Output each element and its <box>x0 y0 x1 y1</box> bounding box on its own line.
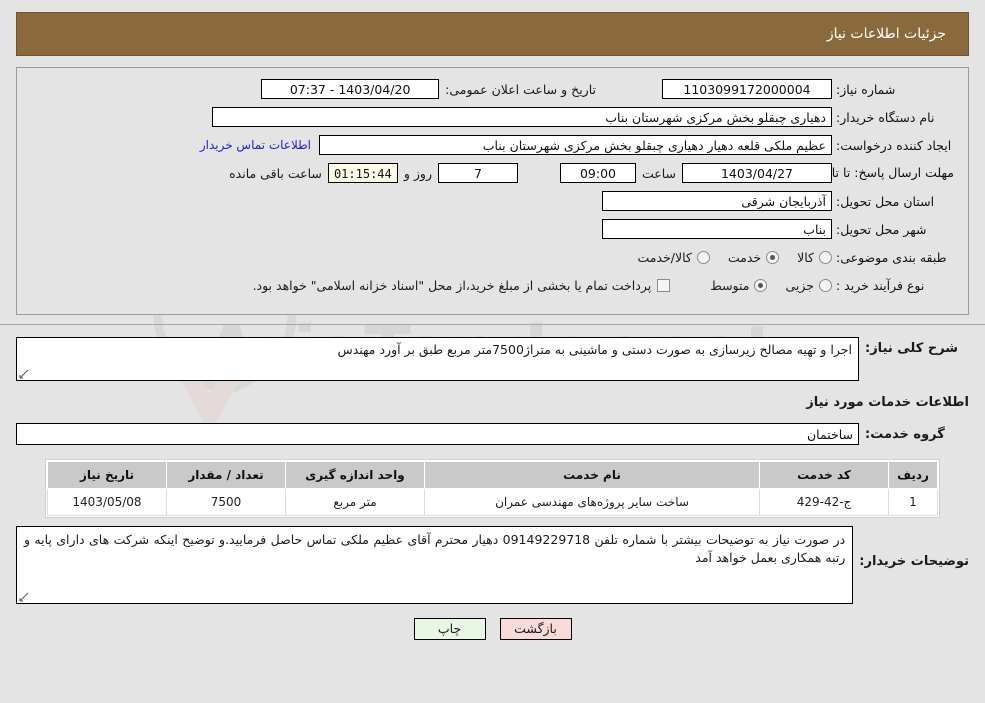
buyer-notes-label: توضیحات خریدار: <box>859 554 969 569</box>
cell-service-code: ج-42-429 <box>759 488 889 516</box>
requester-label: ایجاد کننده درخواست: <box>836 137 952 153</box>
description-area: شرح کلی نیاز: اجرا و تهیه مصالح زیرسازی … <box>16 337 969 381</box>
table-row[interactable]: 1 ج-42-429 ساخت سایر پروژه‌های مهندسی عم… <box>47 488 938 516</box>
services-section-title: اطلاعات خدمات مورد نیاز <box>806 395 969 410</box>
announce-datetime-value: 1403/04/20 - 07:37 <box>261 79 440 99</box>
radio-indicator[interactable] <box>819 250 832 264</box>
treasury-note-checkbox-wrap[interactable]: پرداخت تمام یا بخشی از مبلغ خرید،از محل … <box>253 278 671 293</box>
process-radio-group: جزیی متوسط پرداخت تمام یا بخشی از مبلغ خ… <box>235 278 832 293</box>
process-radio-jozei[interactable]: جزیی <box>785 278 832 293</box>
service-group-row: گروه خدمت: ساختمان <box>16 423 969 445</box>
footer-buttons: بازگشت چاپ <box>0 618 985 640</box>
radio-indicator-selected[interactable] <box>766 250 780 264</box>
buyer-org-value: دهیاری چبقلو بخش مرکزی شهرستان بناب <box>212 107 832 127</box>
countdown-label: ساعت باقی مانده <box>229 165 322 181</box>
cell-quantity: 7500 <box>166 488 286 516</box>
table-header-row: ردیف کد خدمت نام خدمت واحد اندازه گیری ت… <box>47 461 938 489</box>
category-option-label: کالا/خدمت <box>637 249 692 265</box>
cell-need-date: 1403/05/08 <box>47 488 167 516</box>
page-title: جزئیات اطلاعات نیاز <box>16 12 969 56</box>
description-label: شرح کلی نیاز: <box>865 341 959 356</box>
city-value: بناب <box>602 219 832 239</box>
radio-indicator[interactable] <box>696 250 710 264</box>
announce-datetime-label: تاریخ و ساعت اعلان عمومی: <box>445 81 596 97</box>
section-divider <box>0 324 985 325</box>
requester-value: عظیم ملکی قلعه دهیار دهیاری چبقلو بخش مر… <box>319 135 832 155</box>
category-option-label: کالا <box>797 249 814 265</box>
category-label: طبقه بندی موضوعی: <box>836 249 947 265</box>
services-table: ردیف کد خدمت نام خدمت واحد اندازه گیری ت… <box>47 461 938 516</box>
back-button[interactable]: بازگشت <box>499 618 572 640</box>
need-number-value: 1103099172000004 <box>662 79 832 99</box>
row-deadline: مهلت ارسال پاسخ: تا تاریخ: 1403/04/27 سا… <box>31 162 954 184</box>
cell-unit: متر مربع <box>285 488 425 516</box>
row-need-number: شماره نیاز: 1103099172000004 تاریخ و ساع… <box>31 78 954 100</box>
table-head: ردیف کد خدمت نام خدمت واحد اندازه گیری ت… <box>47 461 938 489</box>
service-group-label: گروه خدمت: <box>865 426 945 442</box>
process-type-label: نوع فرآیند خرید : <box>836 277 925 293</box>
countdown-timer: 01:15:44 <box>327 163 398 183</box>
th-row-no: ردیف <box>888 461 938 489</box>
radio-indicator-selected[interactable] <box>754 278 768 292</box>
process-option-label: متوسط <box>710 277 750 293</box>
buyer-notes-textarea[interactable]: در صورت نیاز به توضیحات بیشتر با شماره ت… <box>16 526 854 604</box>
page-root: جزئیات اطلاعات نیاز شماره نیاز: 11030991… <box>0 12 985 640</box>
category-radio-group: کالا خدمت کالا/خدمت <box>619 250 832 265</box>
description-textarea[interactable]: اجرا و تهیه مصالح زیرسازی به صورت دستی و… <box>16 337 859 381</box>
th-quantity: تعداد / مقدار <box>166 461 286 489</box>
city-label: شهر محل تحویل: <box>836 221 927 237</box>
category-option-label: خدمت <box>727 249 762 265</box>
row-process-type: نوع فرآیند خرید : جزیی متوسط پرداخت تمام… <box>31 274 954 296</box>
buyer-org-label: نام دستگاه خریدار: <box>836 109 935 125</box>
cell-row-no: 1 <box>888 488 938 516</box>
treasury-checkbox[interactable] <box>657 278 671 292</box>
radio-indicator[interactable] <box>819 278 832 292</box>
th-service-code: کد خدمت <box>759 461 889 489</box>
row-city: شهر محل تحویل: بناب <box>31 218 954 240</box>
description-value: اجرا و تهیه مصالح زیرسازی به صورت دستی و… <box>337 342 852 357</box>
row-category: طبقه بندی موضوعی: کالا خدمت کالا/خدمت <box>31 246 954 268</box>
category-radio-khedmat[interactable]: خدمت <box>727 249 780 265</box>
services-table-wrapper: ردیف کد خدمت نام خدمت واحد اندازه گیری ت… <box>45 459 940 518</box>
treasury-note-label: پرداخت تمام یا بخشی از مبلغ خرید،از محل … <box>252 277 652 293</box>
days-label: روز و <box>403 165 432 181</box>
row-province: استان محل تحویل: آذربایجان شرقی <box>31 190 954 212</box>
deadline-label: مهلت ارسال پاسخ: تا تاریخ: <box>809 165 954 180</box>
resize-handle-icon[interactable] <box>19 592 29 602</box>
resize-handle-icon[interactable] <box>19 369 29 379</box>
process-option-label: جزیی <box>785 277 814 293</box>
buyer-notes-area: توضیحات خریدار: در صورت نیاز به توضیحات … <box>16 526 969 604</box>
row-requester: ایجاد کننده درخواست: عظیم ملکی قلعه دهیا… <box>31 134 954 156</box>
row-buyer-org: نام دستگاه خریدار: دهیاری چبقلو بخش مرکز… <box>31 106 954 128</box>
category-radio-kala-khedmat[interactable]: کالا/خدمت <box>637 249 710 265</box>
hour-label: ساعت <box>641 165 676 181</box>
category-radio-kala[interactable]: کالا <box>797 250 832 265</box>
province-value: آذربایجان شرقی <box>602 191 832 211</box>
buyer-contact-link[interactable]: اطلاعات تماس خریدار <box>200 138 319 152</box>
province-label: استان محل تحویل: <box>836 193 935 209</box>
cell-service-name: ساخت سایر پروژه‌های مهندسی عمران <box>424 488 760 516</box>
th-unit: واحد اندازه گیری <box>285 461 425 489</box>
deadline-date-value: 1403/04/27 <box>682 163 832 183</box>
table-body: 1 ج-42-429 ساخت سایر پروژه‌های مهندسی عم… <box>47 488 938 516</box>
need-info-panel: شماره نیاز: 1103099172000004 تاریخ و ساع… <box>16 67 969 315</box>
remaining-days-value: 7 <box>437 163 518 183</box>
print-button[interactable]: چاپ <box>413 618 486 640</box>
service-group-value: ساختمان <box>16 423 859 445</box>
process-radio-motavaset[interactable]: متوسط <box>710 277 768 293</box>
need-number-label: شماره نیاز: <box>836 81 896 97</box>
deadline-time-value: 09:00 <box>559 163 636 183</box>
th-service-name: نام خدمت <box>424 461 760 489</box>
th-need-date: تاریخ نیاز <box>47 461 167 489</box>
buyer-notes-value: در صورت نیاز به توضیحات بیشتر با شماره ت… <box>24 532 846 565</box>
